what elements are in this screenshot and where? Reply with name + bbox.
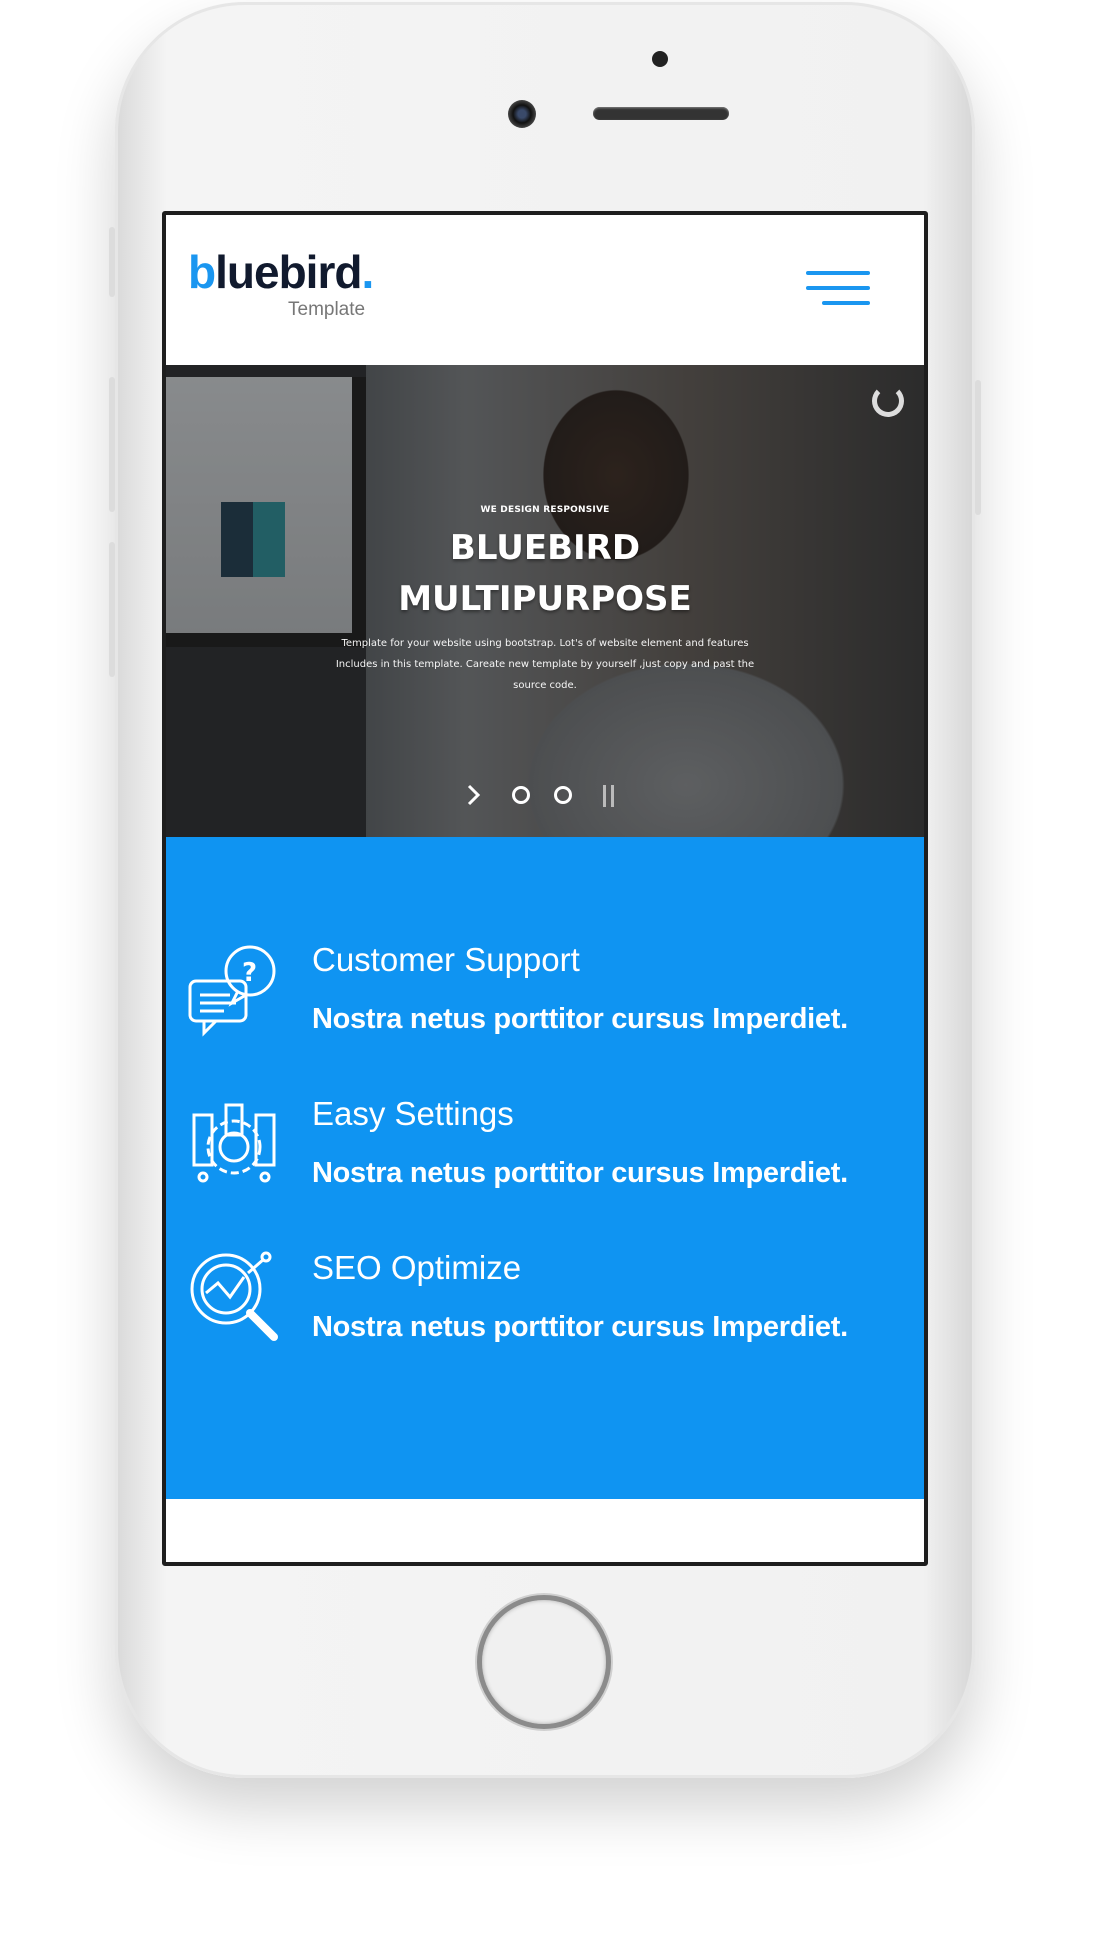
slide-dot-1[interactable] <box>512 786 530 804</box>
logo[interactable]: bluebird. Template <box>188 246 374 320</box>
pause-icon[interactable] <box>602 785 616 807</box>
features-section: ? Customer Support Nostra netus porttito… <box>166 837 924 1499</box>
chevron-right-icon[interactable] <box>466 783 482 807</box>
logo-accent: b <box>188 246 216 298</box>
feature-item: ? Customer Support Nostra netus porttito… <box>166 941 924 1095</box>
feature-title: SEO Optimize <box>312 1249 522 1286</box>
settings-icon <box>192 1103 276 1183</box>
phone-screen: bluebird. Template WE DESIGN RESPONSIVE … <box>162 211 928 1566</box>
feature-text: Nostra netus porttitor cursus Imperdiet. <box>312 1157 848 1189</box>
logo-subtitle: Template <box>288 299 366 320</box>
earpiece-speaker <box>593 107 729 120</box>
feature-text: Nostra netus porttitor cursus Imperdiet. <box>312 1311 848 1343</box>
logo-dot: . <box>361 246 374 298</box>
slide-dot-2[interactable] <box>554 786 572 804</box>
customer-support-icon: ? <box>188 945 276 1037</box>
volume-down-button <box>109 542 115 677</box>
logo-text: luebird <box>215 246 362 298</box>
feature-title: Easy Settings <box>312 1095 514 1132</box>
feature-title: Customer Support <box>312 941 580 978</box>
slider-controls <box>166 783 924 807</box>
loading-spinner-icon <box>872 385 904 417</box>
seo-icon <box>190 1251 278 1341</box>
site-header: bluebird. Template <box>166 215 924 365</box>
home-button[interactable] <box>477 1595 611 1729</box>
feature-text: Nostra netus porttitor cursus Imperdiet. <box>312 1003 848 1035</box>
hero-title: BLUEBIRD MULTIPURPOSE <box>398 528 692 619</box>
hamburger-icon[interactable] <box>806 271 870 307</box>
mute-switch <box>109 227 115 297</box>
volume-up-button <box>109 377 115 512</box>
proximity-sensor <box>652 51 668 67</box>
power-button <box>975 380 981 515</box>
hero-kicker: WE DESIGN RESPONSIVE <box>480 505 610 515</box>
front-camera <box>508 100 536 128</box>
hero-description: Template for your website using bootstra… <box>335 638 755 691</box>
hero-slider: WE DESIGN RESPONSIVE BLUEBIRD MULTIPURPOS… <box>166 365 924 837</box>
feature-item: SEO Optimize Nostra netus porttitor curs… <box>166 1249 924 1403</box>
feature-item: Easy Settings Nostra netus porttitor cur… <box>166 1095 924 1249</box>
